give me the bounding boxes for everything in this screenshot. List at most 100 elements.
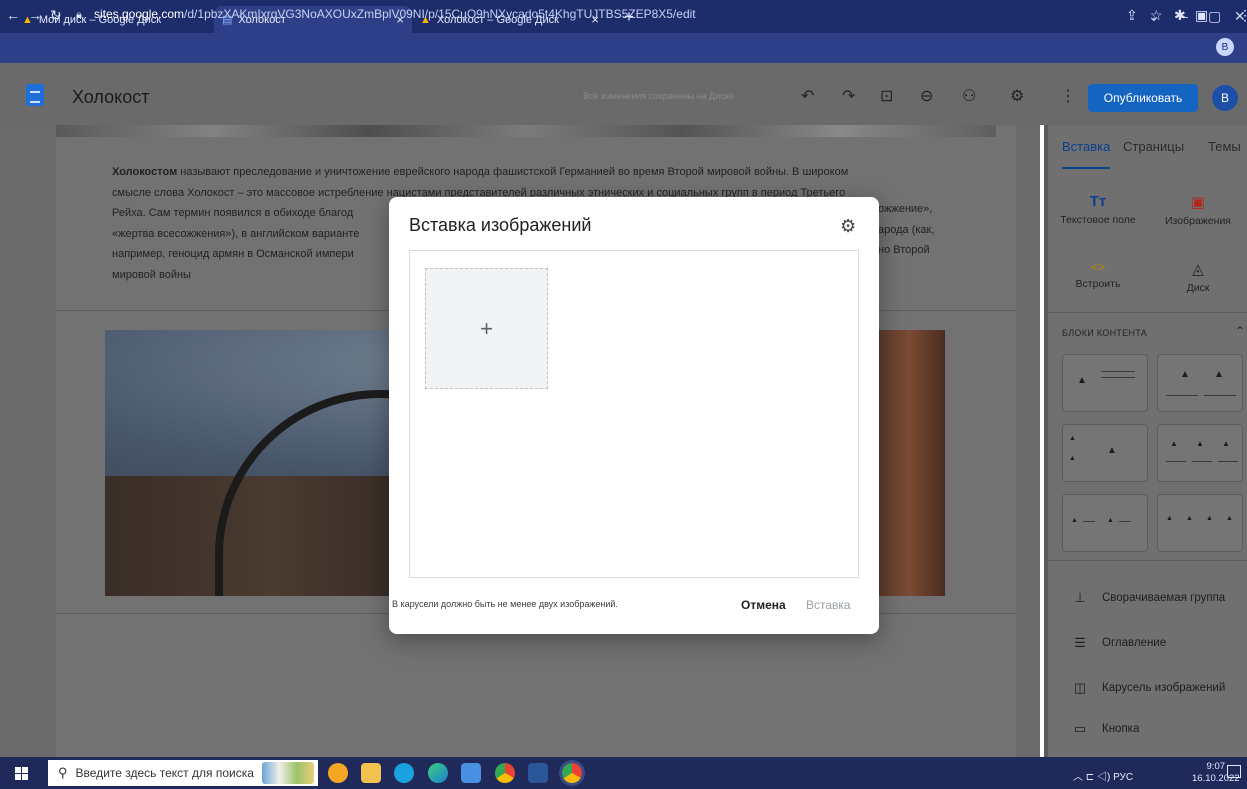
embed-tool[interactable]: <> Встроить — [1050, 260, 1146, 290]
image-placeholder-icon: ▲ — [1077, 375, 1087, 386]
insert-button[interactable]: Вставка — [806, 598, 851, 612]
system-tray[interactable]: ︿ ⊏ ◁) РУС — [1073, 768, 1133, 783]
cancel-button[interactable]: Отмена — [741, 598, 786, 612]
back-icon[interactable]: ← — [6, 7, 20, 23]
image-placeholder-icon: ▲ — [1226, 515, 1233, 522]
tool-label: Встроить — [1075, 278, 1121, 290]
text-line — [1166, 395, 1198, 396]
redo-icon[interactable]: ↷ — [842, 86, 855, 106]
tab-pages[interactable]: Страницы — [1123, 139, 1184, 154]
image-placeholder-icon: ▲ — [1071, 517, 1078, 524]
network-icon[interactable]: ⊏ — [1086, 772, 1094, 783]
add-image-button[interactable]: + — [425, 268, 548, 389]
plus-icon: + — [480, 315, 493, 341]
chevron-up-icon[interactable]: ⌃ — [1235, 324, 1245, 338]
sidebar-icon[interactable]: ▣ — [1195, 7, 1208, 24]
layout-block-two-image-text[interactable]: ▲ ▲ — [1062, 494, 1148, 552]
text-line — [1204, 395, 1236, 396]
address-bar — [0, 33, 1247, 63]
input-language[interactable]: РУС — [1113, 772, 1133, 783]
tab-themes[interactable]: Темы — [1208, 139, 1241, 154]
profile-avatar[interactable]: B — [1216, 38, 1234, 56]
save-app-icon[interactable] — [461, 763, 481, 783]
reload-icon[interactable]: ↻ — [50, 7, 62, 24]
image-placeholder-icon: ▲ — [1069, 435, 1076, 442]
share-icon[interactable]: ⇪ — [1126, 7, 1138, 24]
image-carousel-item[interactable]: ◫ Карусель изображений — [1072, 680, 1225, 696]
image-placeholder-icon: ▲ — [1180, 369, 1190, 380]
bookmark-star-icon[interactable]: ☆ — [1150, 7, 1163, 24]
site-title[interactable]: Холокост — [72, 87, 149, 108]
edge-icon[interactable] — [428, 763, 448, 783]
text-line — [1192, 461, 1212, 462]
search-highlight-image[interactable] — [262, 762, 314, 784]
url-path: /d/1pbzXAKmIxrqVG3NoAXOUxZmBplV09NI/p/15… — [184, 7, 696, 21]
layout-block-three-images[interactable]: ▲ ▲ ▲ — [1157, 424, 1243, 482]
image-placeholder-icon: ▲ — [1170, 439, 1178, 448]
file-explorer-icon[interactable] — [361, 763, 381, 783]
collapsible-group-icon: ⊥ — [1074, 590, 1086, 605]
browser-app-icon[interactable] — [328, 763, 348, 783]
layout-block-image-text[interactable]: ▲ — [1062, 354, 1148, 412]
active-tab-indicator — [1062, 167, 1110, 169]
google-sites-icon[interactable] — [26, 84, 44, 106]
lock-icon[interactable]: 🔒︎ — [76, 9, 82, 22]
skype-icon[interactable] — [394, 763, 414, 783]
drive-tool[interactable]: ◬ Диск — [1150, 260, 1246, 294]
volume-icon[interactable]: ◁) — [1097, 772, 1110, 783]
image-placeholder-icon: ▲ — [1196, 439, 1204, 448]
text-line — [1101, 371, 1135, 372]
chrome-icon[interactable] — [495, 763, 515, 783]
settings-icon[interactable]: ⚙ — [1010, 86, 1024, 106]
images-tool[interactable]: ▣ Изображения — [1150, 193, 1246, 227]
maximize-icon[interactable]: ▢ — [1208, 8, 1221, 25]
image-placeholder-icon: ▲ — [1206, 515, 1213, 522]
windows-start-icon[interactable] — [15, 767, 28, 780]
item-label: Сворачиваемая группа — [1102, 592, 1226, 604]
layout-block-four-images[interactable]: ▲ ▲ ▲ ▲ — [1157, 494, 1243, 552]
item-label: Кнопка — [1102, 723, 1140, 735]
tool-label: Изображения — [1165, 215, 1231, 227]
copy-link-icon[interactable]: ⊖ — [920, 86, 933, 106]
panel-divider — [1048, 560, 1247, 561]
text-box-tool[interactable]: Tт Текстовое поле — [1050, 193, 1146, 226]
item-label: Карусель изображений — [1102, 682, 1226, 694]
text-line — [1101, 377, 1135, 378]
browser-menu-icon[interactable]: ⋮ — [1238, 7, 1247, 24]
image-icon: ▣ — [1190, 194, 1206, 211]
tab-insert[interactable]: Вставка — [1062, 139, 1110, 154]
image-placeholder-icon: ▲ — [1186, 515, 1193, 522]
tool-label: Текстовое поле — [1060, 214, 1136, 226]
search-placeholder: Введите здесь текст для поиска — [75, 766, 254, 780]
undo-icon[interactable]: ↶ — [801, 86, 814, 106]
dialog-title: Вставка изображений — [409, 215, 592, 235]
layout-block-image-grid[interactable]: ▲ ▲ ▲ — [1062, 424, 1148, 482]
chevron-up-icon[interactable]: ︿ — [1073, 772, 1083, 783]
share-with-others-icon[interactable]: ⚇ — [962, 86, 976, 106]
word-icon[interactable] — [528, 763, 548, 783]
collapsible-group-item[interactable]: ⊥ Сворачиваемая группа — [1072, 590, 1225, 606]
content-blocks-title: БЛОКИ КОНТЕНТА — [1062, 328, 1148, 338]
photo-brick-building — [875, 330, 945, 596]
url-field[interactable]: sites.google.com/d/1pbzXAKmIxrqVG3NoAXOU… — [94, 7, 696, 21]
button-item[interactable]: ▭ Кнопка — [1072, 721, 1140, 737]
image-placeholder-icon: ▲ — [1107, 445, 1117, 456]
notification-icon[interactable] — [1227, 765, 1241, 778]
preview-icon[interactable]: ⊡ — [880, 86, 893, 106]
forward-icon[interactable]: → — [28, 7, 42, 23]
chrome-active-icon[interactable] — [562, 763, 582, 783]
header-banner-image — [56, 125, 996, 137]
text-box-icon: Tт — [1089, 193, 1107, 210]
more-options-icon[interactable]: ⋮ — [1060, 86, 1076, 106]
layout-block-two-images[interactable]: ▲ ▲ — [1157, 354, 1243, 412]
text-line — [1119, 521, 1131, 522]
publish-button[interactable]: Опубликовать — [1088, 84, 1198, 112]
text-line — [1218, 461, 1238, 462]
text-line — [1166, 461, 1186, 462]
table-of-contents-item[interactable]: ☰ Оглавление — [1072, 635, 1166, 651]
image-placeholder-icon: ▲ — [1222, 439, 1230, 448]
extensions-icon[interactable]: ✱ — [1174, 7, 1186, 24]
account-avatar[interactable]: В — [1212, 85, 1238, 111]
settings-icon[interactable]: ⚙ — [840, 216, 856, 237]
paragraph-line: Холокостом называют преследование и унич… — [112, 166, 849, 178]
